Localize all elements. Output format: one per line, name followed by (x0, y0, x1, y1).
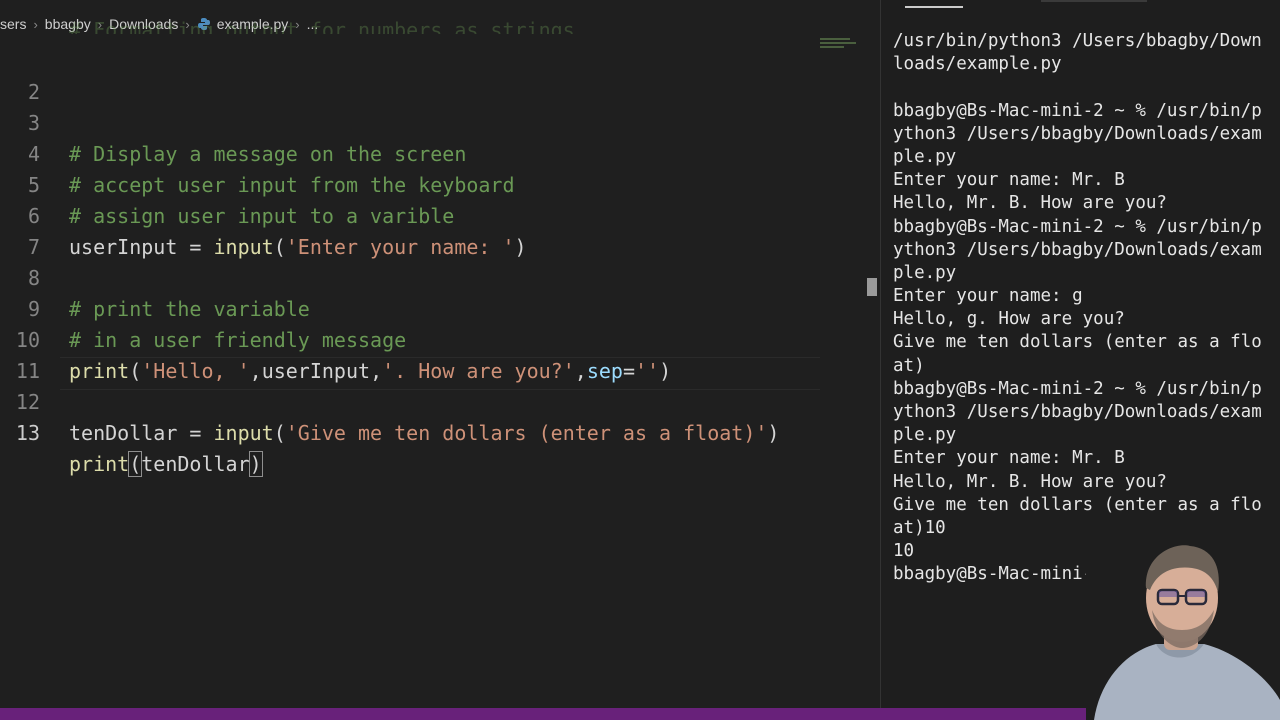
terminal-line: Give me ten dollars (enter as a flo (893, 494, 1262, 515)
terminal-line: ple.py (893, 425, 957, 446)
code-line: 7 (0, 201, 830, 259)
terminal-line: ython3 /Users/bbagby/Downloads/exam (893, 123, 1262, 144)
terminal-line: bbagby@Bs-Mac-mini-2 ~ % /usr/bin/p (893, 216, 1262, 237)
terminal-line: ple.py (893, 262, 957, 283)
terminal-line: Give me ten dollars (enter as a flo (893, 332, 1262, 353)
terminal-line: Hello, Mr. B. How are you? (893, 193, 1167, 214)
code-function: input (213, 421, 274, 445)
code-operator: = (177, 421, 214, 445)
terminal-line: ple.py (893, 146, 957, 167)
terminal-line: Hello, g. How are you? (893, 309, 1125, 330)
code-statement: print(tenDollar) (69, 449, 263, 480)
terminal-output: /usr/bin/python3 /Users/bbagby/Down loads… (893, 30, 1273, 587)
terminal-line: at)10 (893, 517, 946, 538)
code-paren: ( (273, 421, 286, 445)
code-line: 2 (0, 46, 830, 104)
code-paren: ( (128, 451, 143, 477)
breadcrumb-item-users[interactable]: sers (0, 16, 26, 32)
code-variable: tenDollar (141, 452, 250, 476)
scrolled-partial-line: # Formatting output for numbers as strin… (69, 20, 575, 34)
terminal-line: Enter your name: Mr. B (893, 170, 1125, 191)
terminal-line: Hello, Mr. B. How are you? (893, 471, 1167, 492)
code-paren: ) (248, 451, 263, 477)
code-variable: tenDollar (69, 421, 178, 445)
terminal-line: Enter your name: g (893, 286, 1083, 307)
code-editor[interactable]: sers › bbagby › Downloads › example.py ›… (0, 0, 880, 720)
code-line: 3 # Display a message on the screen (0, 77, 830, 166)
code-line: 8 # print the variable (0, 232, 830, 321)
terminal-line: bbagby@Bs-Mac-mini-2 ~ % /usr/bin/p (893, 100, 1262, 121)
terminal-tab[interactable] (1041, 0, 1147, 2)
editor-scrollbar-thumb[interactable] (867, 278, 877, 296)
code-line: 12 tenDollar = input('Give me ten dollar… (0, 356, 830, 445)
terminal-line: /usr/bin/python3 /Users/bbagby/Down (893, 31, 1262, 51)
code-function: print (69, 452, 130, 476)
code-line: 11 (0, 325, 830, 383)
terminal-line: at) (893, 355, 925, 376)
code-line: 6 userInput = input('Enter your name: ') (0, 170, 830, 259)
code-line: 13 print(tenDollar) (0, 387, 830, 477)
terminal-line: loads/example.py (893, 54, 1062, 75)
code-area[interactable]: 2 3 # Display a message on the screen 4 … (0, 46, 830, 477)
code-paren: ) (767, 421, 780, 445)
code-line: 4 # accept user input from the keyboard (0, 108, 830, 197)
code-line: 9 # in a user friendly message (0, 263, 830, 352)
presenter-webcam (1086, 540, 1280, 720)
code-line: 10 print('Hello, ',userInput,'. How are … (0, 294, 830, 383)
code-statement: tenDollar = input('Give me ten dollars (… (69, 418, 779, 449)
chevron-right-icon: › (33, 16, 38, 32)
terminal-line: Enter your name: Mr. B (893, 448, 1125, 469)
terminal-line: bbagby@Bs-Mac-mini-2 ~ % /usr/bin/p (893, 378, 1262, 399)
code-string: 'Give me ten dollars (enter as a float)' (285, 421, 768, 445)
code-line: 5 # assign user input to a varible (0, 139, 830, 228)
terminal-line: ython3 /Users/bbagby/Downloads/exam (893, 239, 1262, 260)
line-number: 13 (15, 421, 40, 445)
terminal-tab-indicator[interactable] (905, 6, 963, 8)
terminal-line: ython3 /Users/bbagby/Downloads/exam (893, 402, 1262, 422)
